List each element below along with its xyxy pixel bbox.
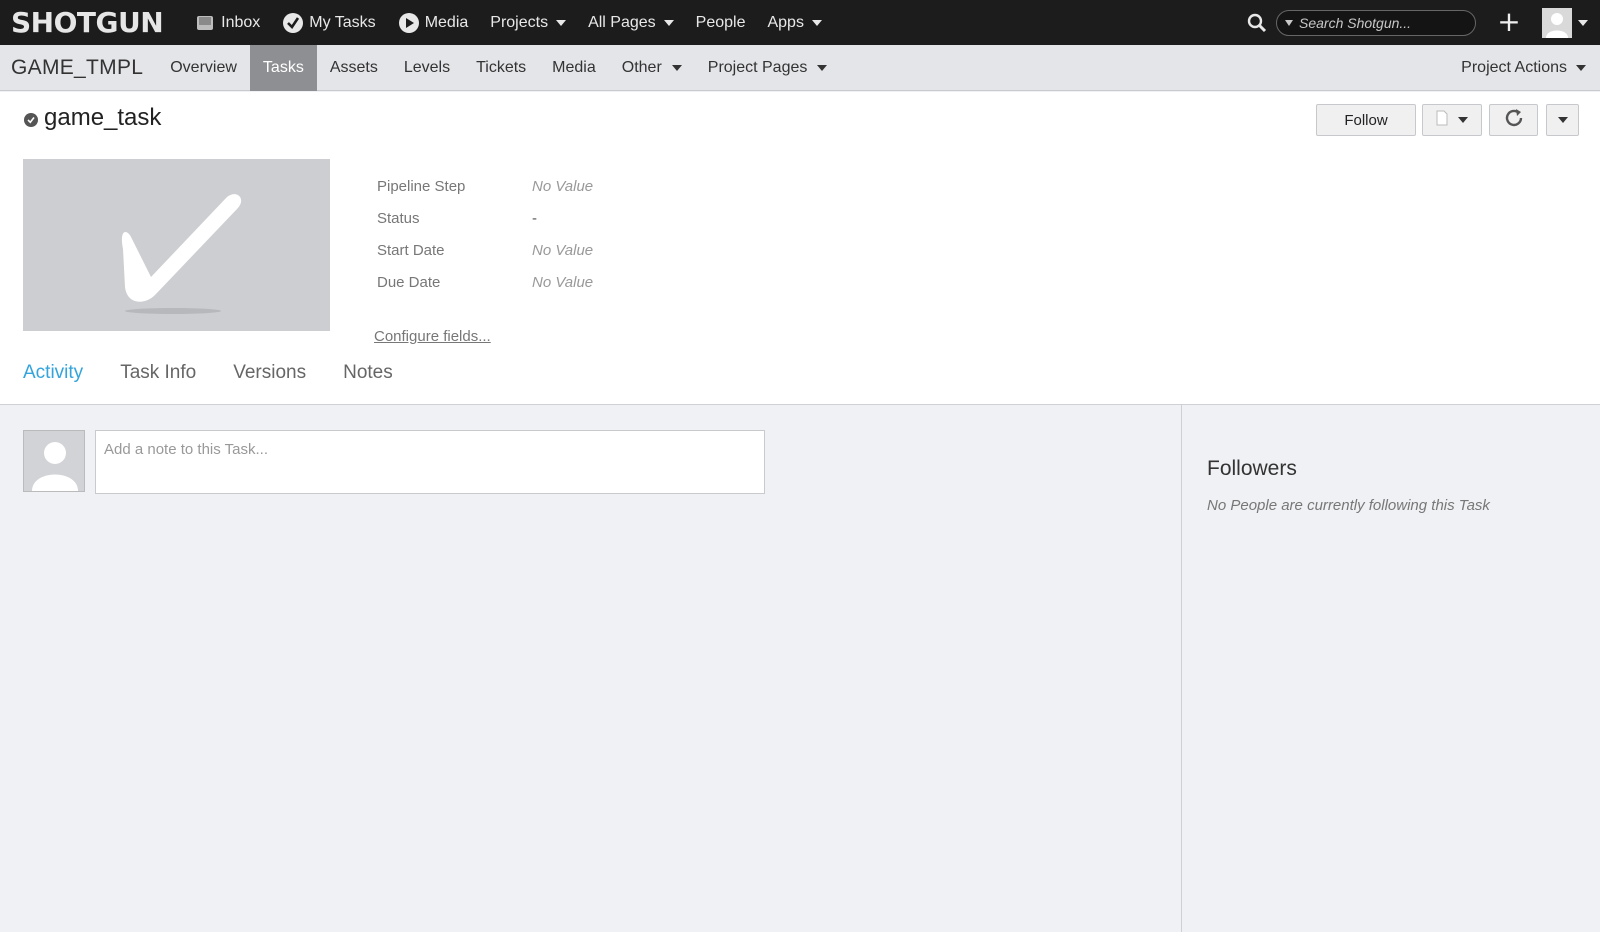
followers-empty-text: No People are currently following this T… <box>1207 497 1490 514</box>
configure-fields-link[interactable]: Configure fields... <box>374 328 491 345</box>
follow-button[interactable]: Follow <box>1316 104 1416 136</box>
document-icon <box>1436 110 1448 130</box>
field-value[interactable]: No Value <box>532 242 593 259</box>
followers-panel: Followers No People are currently follow… <box>1181 405 1600 932</box>
activity-panel: Add a note to this Task... <box>0 405 1181 932</box>
entity-tabs: Activity Task Info Versions Notes <box>23 362 430 384</box>
nav-projects[interactable]: Projects <box>479 0 577 45</box>
entity-fields: Pipeline Step No Value Status - Start Da… <box>377 170 593 298</box>
nav-apps-label: Apps <box>767 13 804 31</box>
tab-levels-label: Levels <box>403 58 451 76</box>
inbox-icon <box>194 12 216 34</box>
tab-project-pages-label: Project Pages <box>707 58 808 76</box>
checkmark-circle-icon <box>282 12 304 34</box>
page-menu-button[interactable] <box>1422 104 1482 136</box>
refresh-icon <box>1502 106 1526 134</box>
field-label: Start Date <box>377 241 445 259</box>
search-placeholder: Search Shotgun... <box>1299 14 1412 31</box>
project-actions-menu[interactable]: Project Actions <box>1461 45 1586 91</box>
tab-notes[interactable]: Notes <box>343 362 393 384</box>
tab-media[interactable]: Media <box>539 45 609 91</box>
user-avatar-icon[interactable] <box>1542 7 1572 38</box>
field-due-date: Due Date No Value <box>377 266 593 298</box>
follow-button-label: Follow <box>1344 111 1388 129</box>
nav-media[interactable]: Media <box>387 0 480 45</box>
search-icon[interactable] <box>1246 12 1268 34</box>
tab-levels[interactable]: Levels <box>391 45 463 91</box>
tab-media-label: Media <box>552 58 596 76</box>
tab-other-label: Other <box>621 58 662 76</box>
nav-all-pages-label: All Pages <box>588 13 656 31</box>
field-value[interactable]: - <box>532 210 537 227</box>
chevron-down-icon <box>1557 117 1568 123</box>
tab-project-pages[interactable]: Project Pages <box>695 45 841 91</box>
field-value[interactable]: No Value <box>532 178 593 195</box>
field-value[interactable]: No Value <box>532 274 593 291</box>
avatar <box>23 430 85 492</box>
search-input[interactable]: Search Shotgun... <box>1276 9 1476 36</box>
shotgun-logo[interactable]: SHOTGUN <box>11 6 164 39</box>
chevron-down-icon <box>1576 65 1586 71</box>
task-status-icon <box>24 112 38 127</box>
nav-inbox-label: Inbox <box>221 13 261 31</box>
tab-activity[interactable]: Activity <box>23 362 83 384</box>
plus-icon[interactable]: + <box>1496 7 1522 36</box>
project-actions-label: Project Actions <box>1461 59 1567 76</box>
nav-all-pages[interactable]: All Pages <box>577 0 685 45</box>
tab-overview-label: Overview <box>170 58 237 76</box>
chevron-down-icon <box>817 64 828 71</box>
nav-my-tasks[interactable]: My Tasks <box>271 0 386 45</box>
entity-header: game_task Follow Pipeline Step No Value … <box>0 92 1600 405</box>
note-input[interactable]: Add a note to this Task... <box>95 430 765 494</box>
nav-apps[interactable]: Apps <box>756 0 832 45</box>
field-label: Pipeline Step <box>377 177 466 195</box>
nav-inbox[interactable]: Inbox <box>183 0 271 45</box>
refresh-button[interactable] <box>1489 104 1538 136</box>
user-menu-chevron-icon[interactable] <box>1578 19 1588 26</box>
task-thumbnail[interactable] <box>23 159 330 331</box>
nav-my-tasks-label: My Tasks <box>309 13 376 31</box>
checkmark-placeholder-icon <box>121 194 242 314</box>
tab-tickets[interactable]: Tickets <box>463 45 539 91</box>
page-title: game_task <box>44 104 162 131</box>
field-label: Due Date <box>377 273 441 291</box>
project-name[interactable]: GAME_TMPL <box>11 56 143 80</box>
followers-title: Followers <box>1207 457 1297 480</box>
field-start-date: Start Date No Value <box>377 234 593 266</box>
search-scope-dropdown-icon[interactable] <box>1285 19 1293 26</box>
more-actions-button[interactable] <box>1546 104 1579 136</box>
nav-projects-label: Projects <box>490 13 549 31</box>
nav-people[interactable]: People <box>685 0 757 45</box>
nav-people-label: People <box>695 13 746 31</box>
tab-task-info[interactable]: Task Info <box>120 362 196 384</box>
chevron-down-icon <box>811 19 822 26</box>
top-right-controls: Search Shotgun... + <box>1246 0 1600 45</box>
field-pipeline-step: Pipeline Step No Value <box>377 170 593 202</box>
tab-overview[interactable]: Overview <box>157 45 250 91</box>
title-row: game_task <box>24 104 161 132</box>
tab-tasks[interactable]: Tasks <box>249 44 317 91</box>
tab-assets[interactable]: Assets <box>317 45 391 91</box>
tab-versions[interactable]: Versions <box>233 362 306 384</box>
tab-other[interactable]: Other <box>609 45 695 91</box>
chevron-down-icon <box>556 19 567 26</box>
tab-assets-label: Assets <box>329 58 378 76</box>
global-nav-bar: SHOTGUN Inbox My Tasks Media Projects Al… <box>0 0 1600 45</box>
play-circle-icon <box>398 12 420 34</box>
tab-tickets-label: Tickets <box>476 58 527 76</box>
tab-tasks-label: Tasks <box>262 58 304 76</box>
chevron-down-icon <box>663 19 674 26</box>
field-label: Status <box>377 209 420 227</box>
chevron-down-icon <box>671 64 682 71</box>
nav-media-label: Media <box>424 13 469 31</box>
project-nav-bar: GAME_TMPL Overview Tasks Assets Levels T… <box>0 44 1600 91</box>
chevron-down-icon <box>1458 117 1468 123</box>
field-status: Status - <box>377 202 593 234</box>
